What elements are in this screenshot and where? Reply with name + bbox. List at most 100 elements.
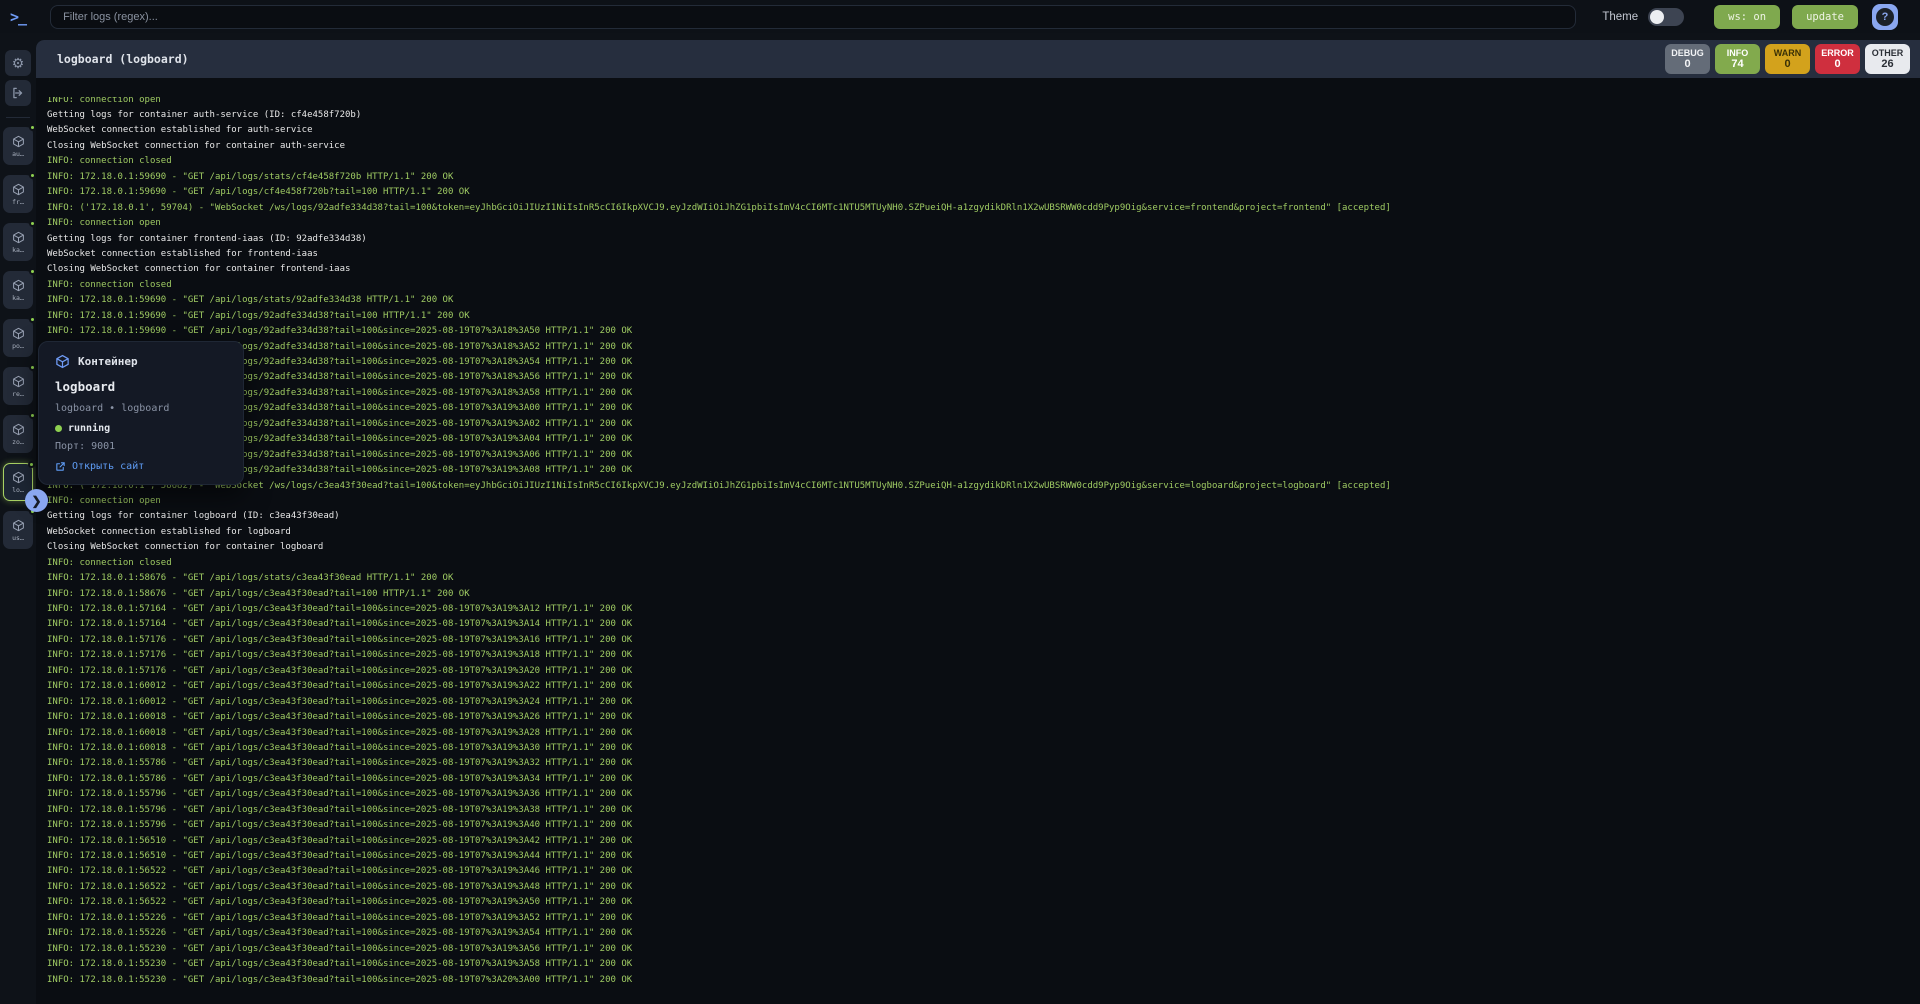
tooltip-title: Контейнер (78, 355, 138, 368)
log-line: INFO: 172.18.0.1:55226 - "GET /api/logs/… (47, 926, 1920, 941)
cube-icon (12, 231, 25, 244)
log-line: WebSocket connection established for aut… (47, 123, 1920, 138)
cube-icon (12, 183, 25, 196)
log-line: INFO: 172.18.0.1:57176 - "GET /api/logs/… (47, 648, 1920, 663)
cube-icon (12, 423, 25, 436)
container-label: lo… (12, 486, 24, 494)
log-line: INFO: 172.18.0.1:60018 - "GET /api/logs/… (47, 726, 1920, 741)
container-label: ka… (12, 246, 24, 254)
log-line: INFO: 172.18.0.1:56522 - "GET /api/logs/… (47, 880, 1920, 895)
chevron-right-icon: ❯ (31, 494, 41, 508)
badge-other[interactable]: OTHER26 (1865, 44, 1910, 74)
sidebar-container-item[interactable]: fr… (3, 175, 33, 213)
tooltip-status: running (55, 423, 227, 434)
running-status-dot (29, 364, 36, 371)
log-line: INFO: 172.18.0.1:59690 - "GET /api/logs/… (47, 340, 1920, 355)
log-line: INFO: 172.18.0.1:55230 - "GET /api/logs/… (47, 973, 1920, 988)
log-line: INFO: 172.18.0.1:55786 - "GET /api/logs/… (47, 756, 1920, 771)
badge-label: OTHER (1872, 48, 1904, 58)
log-line: INFO: 172.18.0.1:59690 - "GET /api/logs/… (47, 355, 1920, 370)
badge-debug[interactable]: DEBUG0 (1665, 44, 1710, 74)
theme-label: Theme (1602, 11, 1638, 23)
theme-toggle-knob (1650, 10, 1664, 24)
badge-count: 0 (1784, 58, 1790, 70)
sidebar-container-item[interactable]: re… (3, 367, 33, 405)
topbar: >_ Theme ws: on update ? (0, 0, 1920, 33)
sidebar: ⚙ au… fr… ka… ka… po… re… zo… lo… us… (0, 33, 36, 1004)
log-line: INFO: 172.18.0.1:58676 - "GET /api/logs/… (47, 571, 1920, 586)
sidebar-container-item[interactable]: au… (3, 127, 33, 165)
cube-icon (12, 279, 25, 292)
badge-error[interactable]: ERROR0 (1815, 44, 1860, 74)
log-panel-header: logboard (logboard) DEBUG0INFO74WARN0ERR… (36, 40, 1920, 78)
log-line: INFO: 172.18.0.1:59690 - "GET /api/logs/… (47, 185, 1920, 200)
log-line: INFO: 172.18.0.1:55796 - "GET /api/logs/… (47, 803, 1920, 818)
badge-label: ERROR (1821, 48, 1854, 58)
container-label: zo… (12, 438, 24, 446)
log-line: INFO: 172.18.0.1:56522 - "GET /api/logs/… (47, 895, 1920, 910)
log-line: INFO: 172.18.0.1:59690 - "GET /api/logs/… (47, 417, 1920, 432)
running-status-dot (29, 220, 36, 227)
running-status-dot (28, 461, 35, 468)
terminal-logo-icon: >_ (10, 8, 26, 26)
sidebar-container-item[interactable]: po… (3, 319, 33, 357)
log-line: INFO: 172.18.0.1:57164 - "GET /api/logs/… (47, 602, 1920, 617)
badge-warn[interactable]: WARN0 (1765, 44, 1810, 74)
badge-count: 0 (1834, 58, 1840, 70)
sidebar-expand-button[interactable]: ❯ (25, 489, 48, 512)
log-line: Getting logs for container frontend-iaas… (47, 232, 1920, 247)
log-line: INFO: 172.18.0.1:59690 - "GET /api/logs/… (47, 324, 1920, 339)
update-button[interactable]: update (1792, 5, 1858, 29)
log-line: INFO: 172.18.0.1:55230 - "GET /api/logs/… (47, 957, 1920, 972)
log-line: INFO: 172.18.0.1:58676 - "GET /api/logs/… (47, 587, 1920, 602)
settings-button[interactable]: ⚙ (5, 50, 31, 76)
sidebar-container-item[interactable]: ka… (3, 271, 33, 309)
open-site-label: Открыть сайт (72, 461, 144, 472)
cube-icon (12, 135, 25, 148)
log-line: INFO: connection closed (47, 556, 1920, 571)
container-tooltip: Контейнер logboard logboard • logboard r… (38, 341, 244, 485)
sidebar-container-item[interactable]: zo… (3, 415, 33, 453)
log-line: INFO: 172.18.0.1:55796 - "GET /api/logs/… (47, 818, 1920, 833)
running-status-dot (29, 412, 36, 419)
log-line: INFO: 172.18.0.1:56510 - "GET /api/logs/… (47, 834, 1920, 849)
cube-icon (55, 354, 70, 369)
logout-icon (11, 86, 25, 100)
log-line: WebSocket connection established for log… (47, 525, 1920, 540)
badge-label: DEBUG (1671, 48, 1704, 58)
log-line: INFO: 172.18.0.1:59690 - "GET /api/logs/… (47, 170, 1920, 185)
log-filter-input[interactable] (50, 5, 1576, 29)
tooltip-port: Порт: 9001 (55, 441, 227, 452)
cube-icon (12, 375, 25, 388)
log-line: WebSocket connection established for fro… (47, 247, 1920, 262)
logout-button[interactable] (5, 80, 31, 106)
question-mark-icon: ? (1876, 8, 1894, 26)
log-line: Getting logs for container auth-service … (47, 108, 1920, 123)
container-label: re… (12, 390, 24, 398)
sidebar-container-item[interactable]: ka… (3, 223, 33, 261)
badge-info[interactable]: INFO74 (1715, 44, 1760, 74)
tooltip-container-name: logboard (55, 379, 227, 394)
log-line: INFO: 172.18.0.1:57176 - "GET /api/logs/… (47, 633, 1920, 648)
badge-count: 26 (1881, 58, 1893, 70)
log-line: Closing WebSocket connection for contain… (47, 262, 1920, 277)
log-line: INFO: 172.18.0.1:56522 - "GET /api/logs/… (47, 864, 1920, 879)
badge-label: WARN (1774, 48, 1802, 58)
badge-count: 74 (1731, 58, 1743, 70)
badge-label: INFO (1727, 48, 1749, 58)
running-status-dot (29, 172, 36, 179)
log-line: INFO: 172.18.0.1:55226 - "GET /api/logs/… (47, 911, 1920, 926)
log-line: INFO: connection open (47, 216, 1920, 231)
log-line: INFO: 172.18.0.1:57164 - "GET /api/logs/… (47, 617, 1920, 632)
log-line: INFO: 172.18.0.1:59690 - "GET /api/logs/… (47, 432, 1920, 447)
log-line: INFO: 172.18.0.1:59690 - "GET /api/logs/… (47, 293, 1920, 308)
log-line: Closing WebSocket connection for contain… (47, 540, 1920, 555)
theme-toggle[interactable] (1648, 8, 1684, 26)
websocket-status-button[interactable]: ws: on (1714, 5, 1780, 29)
sidebar-container-item[interactable]: us… (3, 511, 33, 549)
help-button[interactable]: ? (1872, 4, 1898, 30)
log-line: INFO: ('172.18.0.1', 58682) - "WebSocket… (47, 479, 1920, 494)
open-site-link[interactable]: Открыть сайт (55, 461, 227, 472)
log-line: INFO: 172.18.0.1:59690 - "GET /api/logs/… (47, 370, 1920, 385)
log-line: INFO: 172.18.0.1:55230 - "GET /api/logs/… (47, 942, 1920, 957)
